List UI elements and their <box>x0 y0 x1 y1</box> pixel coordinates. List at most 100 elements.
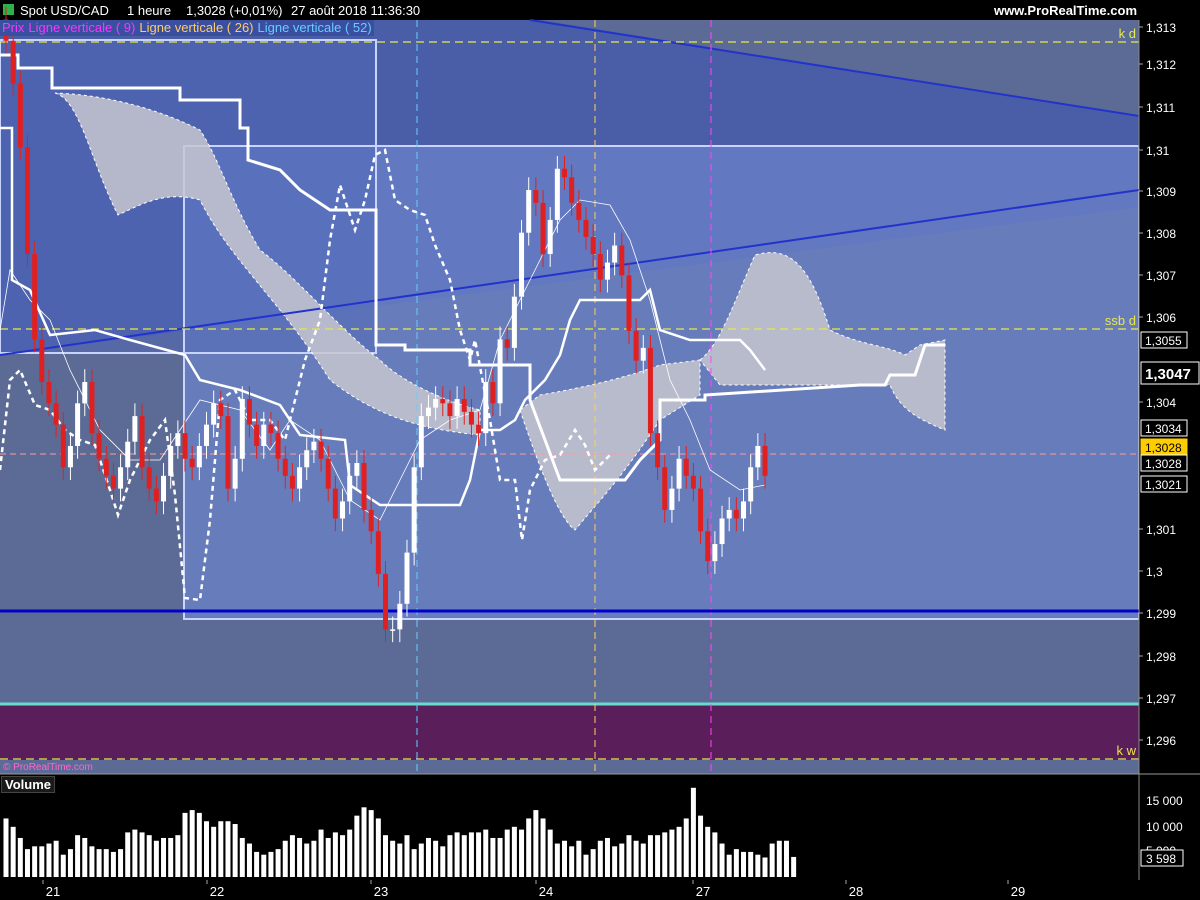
price-tick-label: 1,299 <box>1146 607 1176 621</box>
volume-bar <box>626 835 632 877</box>
volume-bar <box>447 835 453 877</box>
volume-bar <box>490 837 496 877</box>
volume-bar <box>96 849 102 877</box>
candle-body <box>390 629 396 631</box>
volume-bar <box>705 826 711 877</box>
volume-bar <box>390 840 396 877</box>
candle-body <box>633 330 639 361</box>
volume-bar <box>32 846 38 877</box>
volume-bar <box>311 840 317 877</box>
legend-item-vline-9[interactable]: Ligne verticale ( 9) <box>26 20 138 36</box>
volume-bar <box>354 815 360 877</box>
candle-body <box>683 458 689 476</box>
candle-body <box>647 347 653 434</box>
candle-body <box>562 168 568 178</box>
volume-bar <box>175 835 181 877</box>
candle-body <box>347 475 353 502</box>
volume-bar <box>232 824 238 877</box>
volume-bar <box>139 832 145 877</box>
candle-body <box>89 381 95 434</box>
volume-bar <box>669 829 675 877</box>
price-tick-label: 1,306 <box>1146 311 1176 325</box>
volume-bar <box>619 843 625 877</box>
volume-bar <box>576 840 582 877</box>
volume-bar <box>368 810 374 877</box>
volume-bar <box>597 840 603 877</box>
candle-body <box>297 467 303 489</box>
volume-bar <box>662 832 668 877</box>
candle-body <box>676 458 682 489</box>
volume-bar <box>511 826 517 877</box>
volume-bar <box>375 818 381 877</box>
candle-body <box>325 458 331 489</box>
date-tick-label: 22 <box>210 884 224 899</box>
candle-body <box>268 424 274 434</box>
volume-bar <box>289 835 295 877</box>
candle-body <box>332 488 338 519</box>
volume-bar <box>547 829 553 877</box>
candle-body <box>755 445 761 468</box>
candle-body <box>440 399 446 404</box>
candle-body <box>10 40 16 84</box>
volume-bar <box>569 846 575 877</box>
date-tick-label: 21 <box>46 884 60 899</box>
volume-bar <box>483 829 489 877</box>
price-tick-label: 1,31 <box>1146 144 1170 158</box>
candle-body <box>447 403 453 417</box>
volume-bar <box>476 832 482 877</box>
candle-body <box>698 488 704 532</box>
volume-bar <box>261 854 267 877</box>
candle-body <box>182 433 188 459</box>
price-flag-label: 1,3021 <box>1145 478 1182 492</box>
volume-bar <box>404 835 410 877</box>
legend-item-prix[interactable]: Prix <box>0 20 27 36</box>
candle-body <box>368 509 374 532</box>
candle-body <box>748 467 754 502</box>
price-tick-label: 1,313 <box>1146 21 1176 35</box>
candle-body <box>232 458 238 489</box>
legend-label: Ligne verticale ( 52) <box>257 20 372 35</box>
volume-tick-label: 10 000 <box>1146 820 1183 834</box>
candle-body <box>261 424 267 446</box>
candle-body <box>526 190 532 233</box>
candle-body <box>712 544 718 562</box>
candle-body <box>626 275 632 331</box>
volume-bar <box>683 818 689 877</box>
price-tick-label: 1,304 <box>1146 396 1176 410</box>
volume-title: Volume <box>1 776 55 793</box>
candle-body <box>504 339 510 348</box>
volume-bar <box>383 835 388 877</box>
candle-body <box>39 339 45 382</box>
candle-body <box>246 399 252 425</box>
price-flag-label: 1,3047 <box>1145 366 1191 383</box>
price-tick-label: 1,298 <box>1146 650 1176 664</box>
candle-body <box>153 488 159 502</box>
candle-body <box>540 202 546 255</box>
volume-bar <box>10 826 16 877</box>
volume-bar <box>246 843 252 877</box>
legend-item-vline-52[interactable]: Ligne verticale ( 52) <box>255 20 374 36</box>
watermark: © ProRealTime.com <box>3 762 93 773</box>
price-flag-label: 1,3028 <box>1145 457 1182 471</box>
candle-body <box>132 416 138 442</box>
price-tick-label: 1,3 <box>1146 565 1163 579</box>
volume-bar <box>118 849 124 877</box>
date-axis: 21 22 23 24 27 28 29 <box>0 880 1200 900</box>
volume-bar <box>89 846 95 877</box>
date-tick-label: 27 <box>696 884 710 899</box>
volume-bar <box>640 843 646 877</box>
legend-item-vline-26[interactable]: Ligne verticale ( 26) <box>137 20 256 36</box>
candle-body <box>361 463 367 510</box>
volume-bar <box>411 849 417 877</box>
price-chart[interactable]: k d ssb d k w 1,296 1,297 1,298 1,299 1,3 1,301… <box>0 0 1200 900</box>
candle-body <box>32 254 38 340</box>
volume-bar <box>741 851 747 877</box>
price-tick-label: 1,296 <box>1146 734 1176 748</box>
candle-body <box>533 190 539 203</box>
candle-body <box>218 403 224 417</box>
volume-bar <box>53 840 59 877</box>
volume-bar <box>182 812 188 877</box>
candle-body <box>612 245 618 263</box>
price-tick-label: 1,301 <box>1146 523 1176 537</box>
volume-bar <box>540 818 546 877</box>
